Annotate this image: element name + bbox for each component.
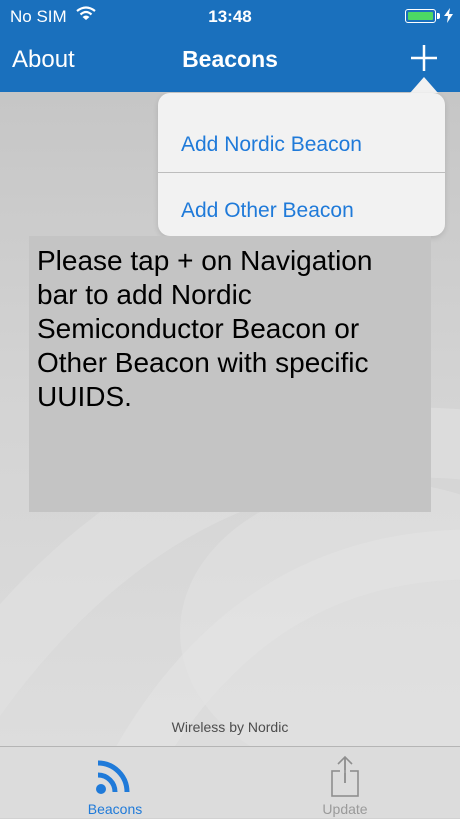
charging-bolt-icon xyxy=(444,8,453,23)
menu-item-label: Add Other Beacon xyxy=(181,199,354,222)
battery-level xyxy=(408,12,433,20)
battery-cap xyxy=(437,13,440,19)
tab-beacons[interactable]: Beacons xyxy=(40,747,190,819)
navigation-bar: No SIM 13:48 About Beacons xyxy=(0,0,460,92)
battery-icon xyxy=(405,9,436,23)
brand-tagline: Wireless by Nordic xyxy=(171,719,289,735)
status-bar: No SIM 13:48 xyxy=(0,0,460,32)
page-title: Beacons xyxy=(182,46,278,72)
plus-icon[interactable] xyxy=(406,40,442,76)
tab-bar: Beacons Update xyxy=(0,746,460,818)
tab-update[interactable]: Update xyxy=(270,747,420,819)
instructions-text: Please tap + on Navigation bar to add No… xyxy=(37,245,373,412)
beacon-signal-icon xyxy=(96,760,130,794)
clock: 13:48 xyxy=(208,7,252,26)
menu-item-add-other-beacon[interactable]: Add Other Beacon xyxy=(158,172,445,242)
tab-label: Beacons xyxy=(87,801,143,817)
info-panel: Please tap + on Navigation bar to add No… xyxy=(29,236,431,512)
tab-label: Update xyxy=(322,801,368,817)
popover-arrow xyxy=(410,77,438,93)
menu-item-label: Add Nordic Beacon xyxy=(181,133,362,156)
menu-item-add-nordic-beacon[interactable]: Add Nordic Beacon xyxy=(158,93,445,163)
add-beacon-popover: Add Nordic Beacon Add Other Beacon xyxy=(158,93,445,236)
share-upload-icon xyxy=(331,755,359,797)
